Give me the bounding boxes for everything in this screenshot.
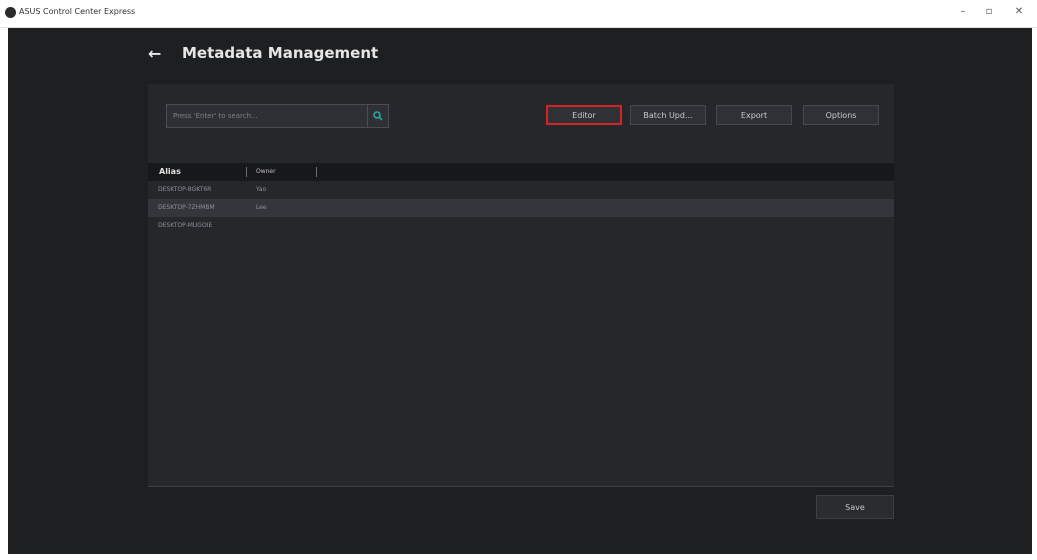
metadata-table: Alias Owner DESKTOP-8GKT6R Yao DESKTOP-7… xyxy=(148,163,894,487)
export-button[interactable]: Export xyxy=(716,105,792,125)
column-header-alias[interactable]: Alias xyxy=(159,163,181,181)
alias-cell: DESKTOP-7ZHMBM xyxy=(158,204,215,211)
metadata-panel: Editor Batch Upd... Export Options Alias… xyxy=(148,84,894,487)
table-row[interactable]: DESKTOP-MUGOIE xyxy=(148,217,894,235)
table-row[interactable]: DESKTOP-8GKT6R Yao xyxy=(148,181,894,199)
window-title: ASUS Control Center Express xyxy=(19,7,136,16)
panel-divider xyxy=(148,486,894,487)
alias-cell: DESKTOP-MUGOIE xyxy=(158,222,213,229)
column-divider[interactable] xyxy=(246,167,247,177)
app-content: ← Metadata Management Editor Batch Upd..… xyxy=(8,28,1032,554)
editor-button[interactable]: Editor xyxy=(546,105,622,125)
column-header-owner[interactable]: Owner xyxy=(256,163,276,181)
alias-cell: DESKTOP-8GKT6R xyxy=(158,186,212,193)
owner-cell: Yao xyxy=(256,186,267,193)
column-divider[interactable] xyxy=(316,167,317,177)
maximize-button[interactable]: ▫ xyxy=(980,5,998,19)
window-title-bar: ASUS Control Center Express – ▫ ✕ xyxy=(0,0,1037,28)
app-logo-icon xyxy=(5,7,16,18)
search-input[interactable] xyxy=(167,105,363,127)
minimize-button[interactable]: – xyxy=(954,5,972,19)
table-row[interactable]: DESKTOP-7ZHMBM Lee xyxy=(148,199,894,217)
search-button[interactable] xyxy=(367,104,389,128)
owner-cell: Lee xyxy=(256,204,267,211)
search-icon xyxy=(373,111,383,121)
close-button[interactable]: ✕ xyxy=(1010,5,1028,19)
table-header: Alias Owner xyxy=(148,163,894,181)
search-box[interactable] xyxy=(166,104,368,128)
save-button[interactable]: Save xyxy=(816,495,894,519)
options-button[interactable]: Options xyxy=(803,105,879,125)
back-arrow-icon[interactable]: ← xyxy=(148,44,161,63)
page-title: Metadata Management xyxy=(182,44,379,62)
batch-update-button[interactable]: Batch Upd... xyxy=(630,105,706,125)
